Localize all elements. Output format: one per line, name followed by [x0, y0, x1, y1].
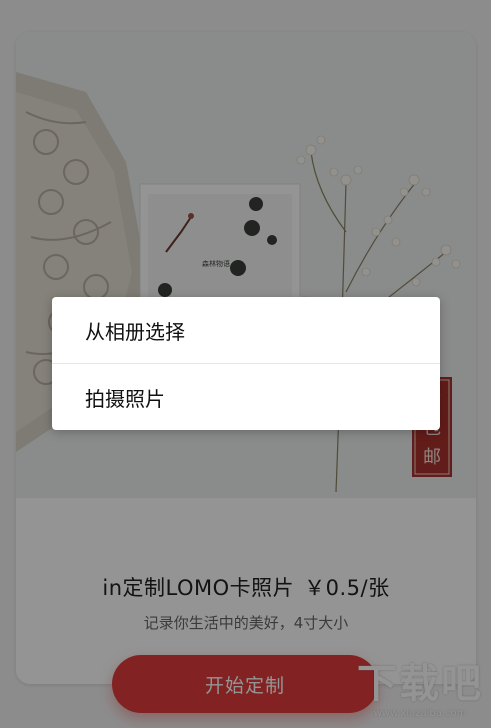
- choose-from-album-option[interactable]: 从相册选择: [52, 297, 440, 363]
- take-photo-option[interactable]: 拍摄照片: [52, 364, 440, 430]
- photo-source-dialog: 从相册选择 拍摄照片: [52, 297, 440, 430]
